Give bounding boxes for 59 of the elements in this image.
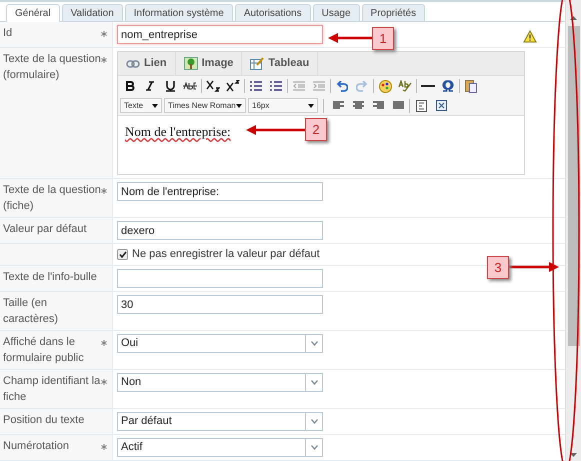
font-dropdown[interactable]: Times New Roman — [164, 98, 246, 113]
paste-icon[interactable] — [462, 78, 480, 94]
field-label: Affiché dans le formulaire public — [3, 335, 85, 366]
callout-number: 3 — [487, 256, 509, 279]
field-label: Texte de la question (fiche) — [3, 183, 101, 214]
field-label: Position du texte — [3, 413, 86, 428]
select-dropdown[interactable]: Par défaut — [117, 412, 323, 431]
font-dropdown[interactable]: 16px — [248, 98, 318, 113]
subscript-icon[interactable] — [204, 78, 222, 94]
callout-number: 1 — [372, 27, 394, 50]
spellcheck-icon[interactable] — [396, 78, 414, 94]
tab[interactable]: Usage — [312, 4, 360, 21]
palette-icon[interactable] — [376, 78, 394, 94]
scroll-down-icon[interactable] — [570, 453, 577, 457]
scroll-up-icon[interactable] — [570, 16, 577, 20]
caret-icon — [152, 104, 158, 108]
tab[interactable]: Propriétés — [362, 4, 426, 21]
tab[interactable]: Autorisations — [234, 4, 311, 21]
field-label: Texte de la question (formulaire) — [3, 52, 101, 83]
text-input[interactable] — [117, 269, 323, 288]
editor-tab[interactable]: Lien — [118, 52, 176, 75]
chevron-icon — [310, 380, 318, 385]
warning-icon — [523, 30, 537, 43]
field-label: Valeur par défaut — [3, 222, 88, 237]
editor-content-text: Nom de l'entreprise: — [125, 124, 231, 139]
text-input[interactable]: dexero — [117, 221, 323, 240]
tab[interactable]: Information système — [124, 4, 233, 21]
picture-icon — [184, 57, 198, 70]
field-label: Texte de l'info-bulle — [3, 270, 98, 285]
superscript-icon[interactable] — [224, 78, 242, 94]
tab[interactable]: Général — [6, 4, 60, 22]
field-label: Numérotation — [3, 439, 70, 454]
chevron-icon — [310, 445, 318, 450]
field-label: Id — [3, 26, 14, 41]
field-label: Taille (en caractères) — [3, 296, 60, 327]
link-icon — [126, 60, 140, 68]
annotation-arrow — [246, 125, 305, 135]
editor-tab[interactable]: Tableau — [242, 52, 318, 75]
chevron-icon — [310, 341, 318, 346]
callout-number: 2 — [305, 118, 327, 141]
annotation-arrow — [509, 262, 559, 272]
checkbox[interactable] — [117, 249, 128, 260]
chevron-icon — [310, 419, 318, 424]
tab[interactable]: Validation — [62, 4, 123, 21]
text-input[interactable]: 30 — [117, 295, 323, 314]
scrollbar[interactable] — [565, 0, 581, 461]
table-edit-icon — [250, 57, 264, 70]
text-input[interactable]: Nom de l'entreprise: — [117, 182, 323, 201]
editor-tab[interactable]: Image — [176, 52, 242, 75]
checkbox-label: Ne pas enregistrer la valeur par défaut — [132, 247, 320, 262]
text-input[interactable]: nom_entreprise — [117, 25, 323, 44]
caret-icon — [308, 104, 314, 108]
select-dropdown[interactable]: Actif — [117, 438, 323, 457]
select-dropdown[interactable]: Oui — [117, 334, 323, 353]
field-label: Champ identifiant la fiche — [3, 374, 101, 405]
caret-icon — [236, 104, 242, 108]
select-dropdown[interactable]: Non — [117, 373, 323, 392]
annotation-arrow — [328, 33, 373, 43]
font-dropdown[interactable]: Texte — [120, 98, 162, 113]
